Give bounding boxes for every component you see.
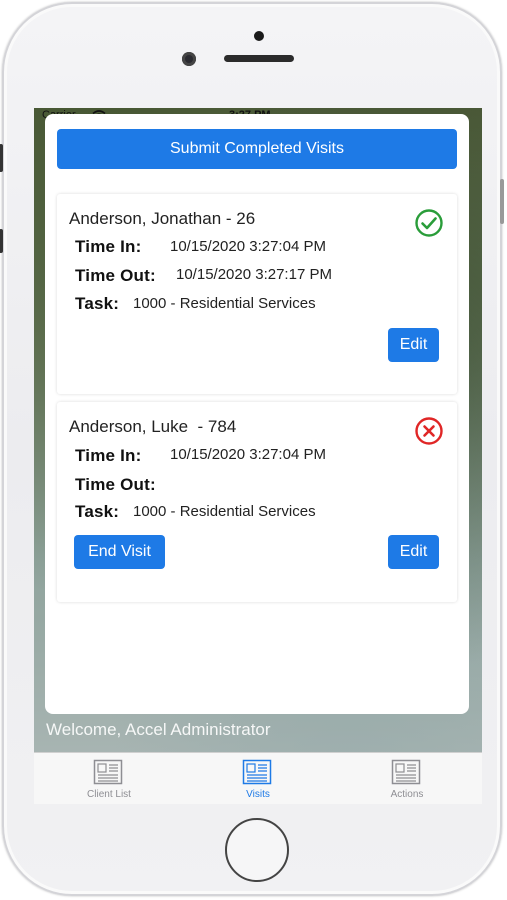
tab-visits[interactable]: Visits — [183, 753, 333, 804]
client-name: Anderson, Luke - 784 — [69, 417, 237, 436]
welcome-message: Welcome, Accel Administrator — [46, 720, 271, 739]
task-label: Task: — [75, 294, 120, 313]
power-button — [500, 179, 504, 224]
phone-frame: Carrier 3:27 PM Submit Completed Visits … — [0, 2, 504, 896]
home-button[interactable] — [225, 818, 289, 882]
tab-label: Visits — [246, 789, 270, 800]
time-out-label: Time Out: — [75, 475, 156, 494]
edit-button[interactable]: Edit — [388, 328, 439, 362]
volume-button — [0, 229, 3, 253]
document-icon — [391, 759, 421, 785]
end-visit-button[interactable]: End Visit — [74, 535, 165, 569]
proximity-sensor — [254, 31, 264, 41]
time-in-label: Time In: — [75, 446, 142, 465]
task-label: Task: — [75, 502, 120, 521]
visit-card: Anderson, Jonathan - 26 Time In: 10/15/2… — [57, 194, 457, 394]
submit-completed-visits-button[interactable]: Submit Completed Visits — [57, 129, 457, 169]
tab-bar: Client List Visits Actions — [34, 752, 482, 804]
tab-actions[interactable]: Actions — [332, 753, 482, 804]
time-in-value: 10/15/2020 3:27:04 PM — [170, 238, 326, 255]
document-icon — [242, 759, 272, 785]
task-value: 1000 - Residential Services — [133, 295, 316, 312]
task-value: 1000 - Residential Services — [133, 503, 316, 520]
visit-card: Anderson, Luke - 784 Time In: 10/15/2020… — [57, 402, 457, 602]
client-name: Anderson, Jonathan - 26 — [69, 209, 256, 228]
earpiece-speaker — [224, 55, 294, 62]
tab-label: Actions — [390, 789, 424, 800]
visits-panel: Submit Completed Visits Anderson, Jonath… — [45, 114, 469, 714]
tab-client-list[interactable]: Client List — [34, 753, 184, 804]
time-in-value: 10/15/2020 3:27:04 PM — [170, 446, 326, 463]
x-circle-icon — [415, 417, 443, 445]
front-camera — [182, 52, 196, 66]
document-icon — [93, 759, 123, 785]
edit-button[interactable]: Edit — [388, 535, 439, 569]
time-out-value: 10/15/2020 3:27:17 PM — [176, 266, 332, 283]
tab-label: Client List — [87, 789, 131, 800]
time-out-label: Time Out: — [75, 266, 156, 285]
check-circle-icon — [415, 209, 443, 237]
mute-switch — [0, 144, 3, 172]
time-in-label: Time In: — [75, 237, 142, 256]
app-screen: Carrier 3:27 PM Submit Completed Visits … — [34, 108, 482, 804]
